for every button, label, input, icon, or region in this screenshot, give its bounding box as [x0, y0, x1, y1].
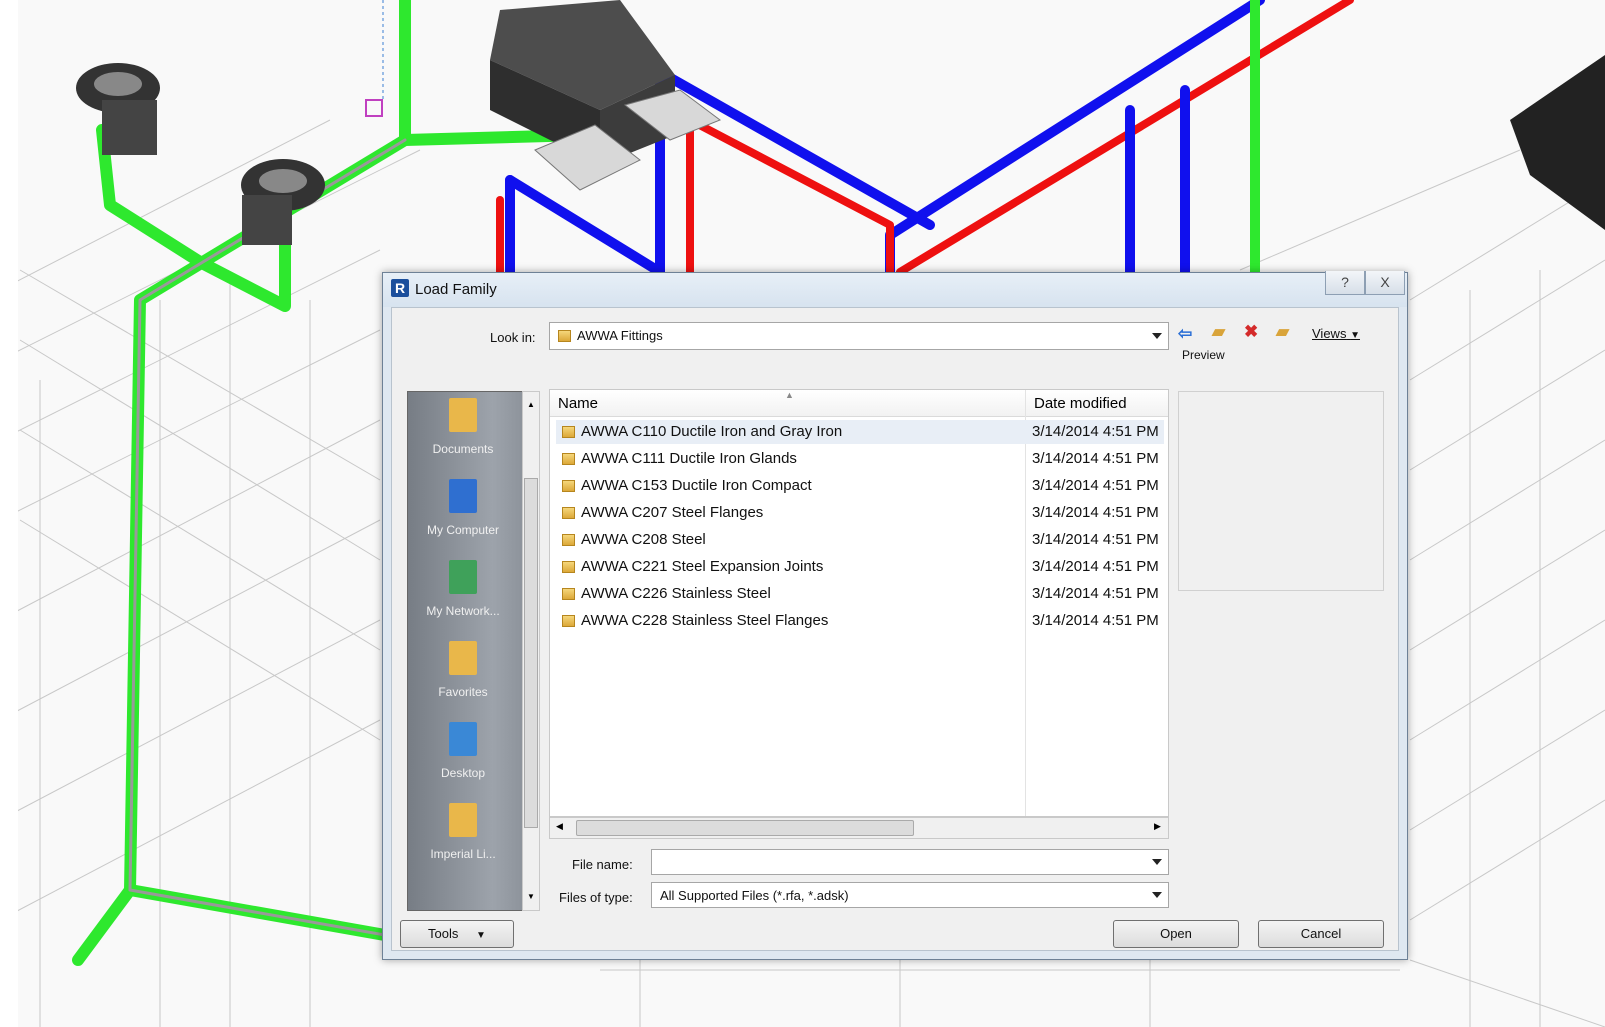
help-button[interactable]: ? [1325, 271, 1365, 295]
tools-label: Tools [428, 926, 459, 941]
file-row[interactable]: AWWA C153 Ductile Iron Compact 3/14/2014 … [556, 474, 1164, 498]
chevron-down-icon [1152, 892, 1162, 898]
scroll-right-icon[interactable]: ▶ [1154, 821, 1161, 832]
file-list[interactable]: Name ▲ Date modified AWWA C110 Ductile I… [549, 389, 1169, 817]
place-item[interactable]: Desktop [408, 722, 518, 780]
file-name: AWWA C207 Steel Flanges [581, 504, 764, 521]
file-name-input[interactable] [651, 849, 1169, 875]
file-name: AWWA C228 Stainless Steel Flanges [581, 612, 829, 629]
places-bar: Documents My Computer My Network... Favorit… [407, 391, 530, 911]
file-date: 3/14/2014 4:51 PM [1032, 531, 1159, 548]
file-date: 3/14/2014 4:51 PM [1032, 477, 1159, 494]
file-row[interactable]: AWWA C207 Steel Flanges 3/14/2014 4:51 PM [556, 501, 1164, 525]
file-row[interactable]: AWWA C228 Stainless Steel Flanges 3/14/20… [556, 609, 1164, 633]
dialog-title: Load Family [415, 281, 497, 298]
file-type-dropdown[interactable]: All Supported Files (*.rfa, *.adsk) [651, 882, 1169, 908]
folder-icon [562, 453, 575, 465]
preview-label: Preview [1182, 348, 1225, 362]
computer-icon [449, 479, 477, 513]
folder-icon [562, 480, 575, 492]
scroll-up-icon[interactable]: ▲ [527, 400, 535, 409]
file-row[interactable]: AWWA C226 Stainless Steel 3/14/2014 4:51 … [556, 582, 1164, 606]
folder-icon [562, 588, 575, 600]
file-date: 3/14/2014 4:51 PM [1032, 585, 1159, 602]
file-date: 3/14/2014 4:51 PM [1032, 558, 1159, 575]
close-icon: X [1380, 274, 1390, 290]
file-list-header: Name ▲ Date modified [550, 390, 1168, 417]
place-item[interactable]: Favorites [408, 641, 518, 699]
look-in-label: Look in: [490, 330, 536, 345]
file-name: AWWA C221 Steel Expansion Joints [581, 558, 824, 575]
place-item[interactable]: Documents [408, 398, 518, 456]
file-name: AWWA C208 Steel [581, 531, 706, 548]
file-type-label: Files of type: [559, 890, 633, 905]
look-in-dropdown[interactable]: AWWA Fittings [549, 322, 1169, 350]
file-name: AWWA C153 Ductile Iron Compact [581, 477, 812, 494]
file-date: 3/14/2014 4:51 PM [1032, 423, 1159, 440]
file-row[interactable]: AWWA C111 Ductile Iron Glands 3/14/2014 4… [556, 447, 1164, 471]
place-label: Desktop [440, 766, 486, 780]
file-list-hscrollbar[interactable]: ◀ ▶ [549, 817, 1169, 839]
views-label: Views [1312, 326, 1347, 341]
place-label: Imperial Li... [430, 847, 496, 861]
file-name-label: File name: [572, 857, 633, 872]
sort-ascending-icon: ▲ [785, 390, 794, 400]
tools-button[interactable]: Tools ▼ [400, 920, 514, 948]
file-name: AWWA C110 Ductile Iron and Gray Iron [581, 423, 843, 440]
close-button[interactable]: X [1365, 271, 1405, 295]
folder-icon [562, 615, 575, 627]
dialog-titlebar[interactable]: R Load Family ? X [383, 271, 1407, 307]
file-name-dropdown-icon[interactable] [1152, 859, 1162, 865]
library-folder-icon [449, 803, 477, 837]
folder-icon [562, 507, 575, 519]
file-row[interactable]: AWWA C221 Steel Expansion Joints 3/14/201… [556, 555, 1164, 579]
folder-icon [562, 534, 575, 546]
place-item[interactable]: My Computer [408, 479, 518, 537]
place-label: My Computer [426, 523, 500, 537]
file-date: 3/14/2014 4:51 PM [1032, 612, 1159, 629]
folder-icon [558, 330, 571, 342]
load-family-dialog: R Load Family ? X Look in: AWWA Fittings… [382, 271, 1408, 960]
desktop-icon [449, 722, 477, 756]
new-folder-icon[interactable]: ▰ [1276, 322, 1289, 342]
folder-icon [562, 561, 575, 573]
help-icon: ? [1341, 274, 1349, 290]
cancel-button[interactable]: Cancel [1258, 920, 1384, 948]
chevron-down-icon [1152, 333, 1162, 339]
views-menu-button[interactable]: Views ▼ [1312, 326, 1360, 341]
preview-panel [1178, 391, 1384, 591]
scroll-down-icon[interactable]: ▼ [527, 892, 535, 901]
place-item[interactable]: Imperial Li... [408, 803, 518, 861]
places-scroll-thumb[interactable] [524, 478, 538, 828]
places-scrollbar[interactable]: ▲ ▼ [522, 391, 540, 911]
open-button[interactable]: Open [1113, 920, 1239, 948]
file-name: AWWA C226 Stainless Steel [581, 585, 771, 602]
documents-icon [449, 398, 477, 432]
file-row[interactable]: AWWA C208 Steel 3/14/2014 4:51 PM [556, 528, 1164, 552]
file-date: 3/14/2014 4:51 PM [1032, 504, 1159, 521]
up-folder-icon[interactable]: ▰ [1212, 322, 1225, 342]
file-type-value: All Supported Files (*.rfa, *.adsk) [660, 888, 849, 903]
folder-icon [562, 426, 575, 438]
dialog-body: Look in: AWWA Fittings ⇦ ▰ ✖ ▰ Views ▼ P… [391, 307, 1399, 951]
look-in-value: AWWA Fittings [577, 328, 663, 343]
place-label: My Network... [426, 604, 500, 618]
delete-icon[interactable]: ✖ [1244, 322, 1258, 342]
favorites-icon [449, 641, 477, 675]
column-header-name[interactable]: Name [558, 395, 598, 412]
revit-app-icon: R [391, 279, 409, 297]
back-arrow-icon[interactable]: ⇦ [1178, 324, 1192, 344]
place-label: Documents [432, 442, 494, 456]
place-item[interactable]: My Network... [408, 560, 518, 618]
views-chevron-icon: ▼ [1350, 330, 1360, 341]
file-row[interactable]: AWWA C110 Ductile Iron and Gray Iron 3/14… [556, 420, 1164, 444]
file-date: 3/14/2014 4:51 PM [1032, 450, 1159, 467]
file-name: AWWA C111 Ductile Iron Glands [581, 450, 797, 467]
hscroll-thumb[interactable] [576, 820, 914, 836]
tools-chevron-icon: ▼ [476, 930, 486, 941]
column-header-date[interactable]: Date modified [1034, 395, 1127, 412]
scroll-left-icon[interactable]: ◀ [556, 821, 563, 832]
network-icon [449, 560, 477, 594]
place-label: Favorites [438, 685, 488, 699]
